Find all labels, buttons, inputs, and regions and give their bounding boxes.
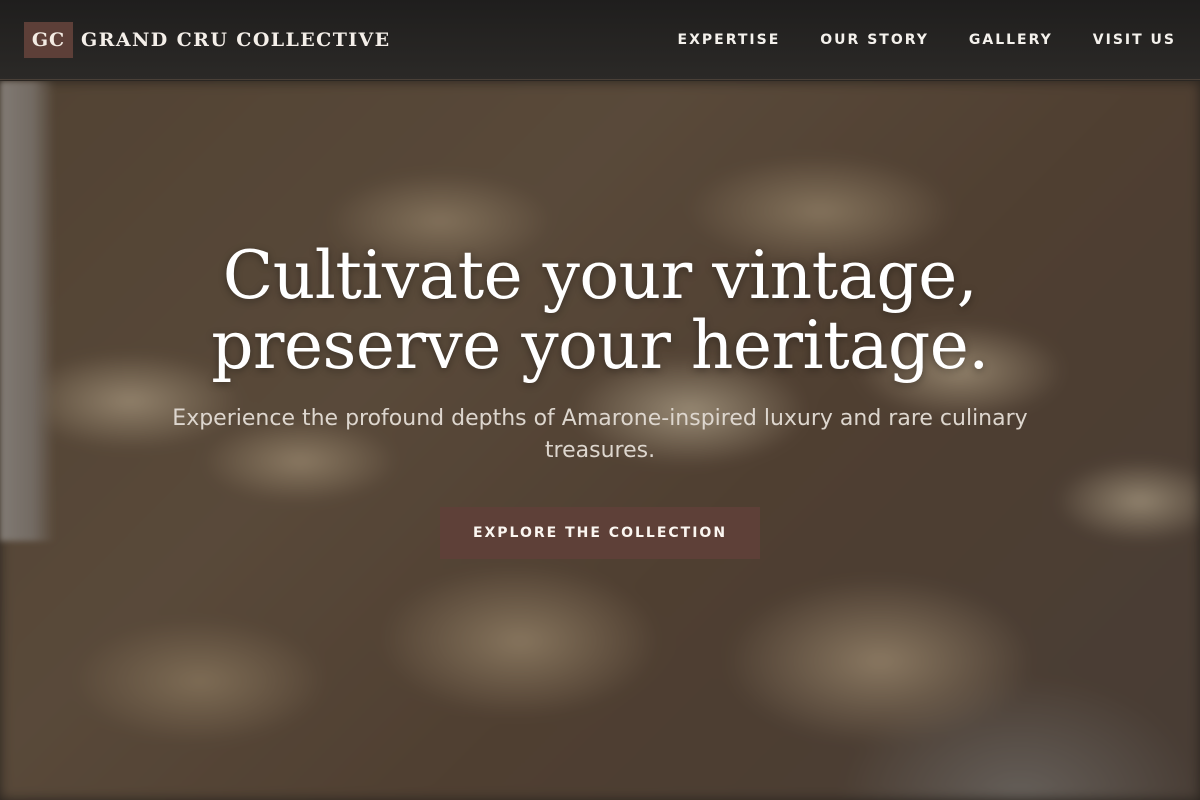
brand-monogram: GC	[24, 21, 73, 58]
hero-section: Cultivate your vintage, preserve your he…	[0, 81, 1200, 800]
nav-link-visit-us[interactable]: VISIT US	[1093, 32, 1176, 48]
hero-content: Cultivate your vintage, preserve your he…	[0, 81, 1200, 800]
brand-name: GRAND CRU COLLECTIVE	[81, 28, 391, 51]
hero-title-line-1: Cultivate your vintage,	[222, 237, 978, 314]
explore-collection-button[interactable]: EXPLORE THE COLLECTION	[440, 507, 760, 559]
hero-title: Cultivate your vintage, preserve your he…	[211, 241, 989, 381]
brand-logo[interactable]: GC GRAND CRU COLLECTIVE	[24, 21, 391, 58]
nav-link-expertise[interactable]: EXPERTISE	[678, 32, 781, 48]
nav-link-gallery[interactable]: GALLERY	[969, 32, 1053, 48]
nav-link-our-story[interactable]: OUR STORY	[820, 32, 929, 48]
main-nav: EXPERTISE OUR STORY GALLERY VISIT US	[678, 32, 1176, 48]
site-header: GC GRAND CRU COLLECTIVE EXPERTISE OUR ST…	[0, 0, 1200, 80]
hero-title-line-2: preserve your heritage.	[211, 307, 989, 384]
hero-subtitle: Experience the profound depths of Amaron…	[172, 406, 1028, 463]
